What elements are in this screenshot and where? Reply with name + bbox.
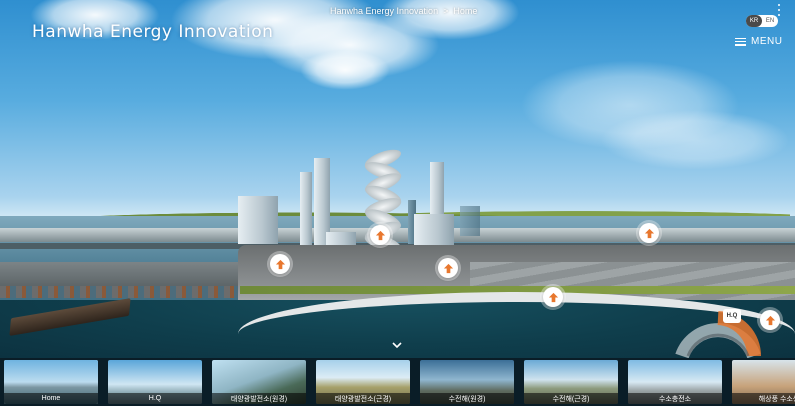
thumbnail-label: 수소충전소 xyxy=(628,393,722,404)
chevron-down-icon[interactable] xyxy=(391,340,403,350)
cloud xyxy=(300,50,390,90)
breadcrumb-root[interactable]: Hanwha Energy Innovation xyxy=(330,6,438,16)
building xyxy=(300,172,312,246)
breadcrumb-current: Home xyxy=(453,6,478,16)
arrow-up-icon xyxy=(275,259,285,269)
thumbnail-label: 해상풍 수소생 xyxy=(732,393,795,404)
thumbnail-label: 수전해(원경) xyxy=(420,393,514,404)
gauge-label: H.Q xyxy=(723,309,741,323)
thumbnail-solar-far[interactable]: 태양광발전소(원경) xyxy=(212,360,306,404)
arrow-up-icon xyxy=(765,315,775,325)
thumbnail-label: H.Q xyxy=(108,393,202,404)
breadcrumb-separator: > xyxy=(443,6,449,16)
language-en[interactable]: EN xyxy=(762,18,778,24)
cloud xyxy=(600,110,790,170)
thumbnail-solar-near[interactable]: 태양광발전소(근경) xyxy=(316,360,410,404)
arrow-up-icon xyxy=(644,228,654,238)
kebab-icon[interactable] xyxy=(777,4,781,16)
menu-label: MENU xyxy=(751,36,783,47)
brand-logo[interactable]: Hanwha Energy Innovation xyxy=(32,22,273,42)
thumbnail-offshore-hydrogen[interactable]: 해상풍 수소생 xyxy=(732,360,795,404)
hotspot-arrow-3[interactable] xyxy=(438,258,458,278)
container-yard xyxy=(0,286,240,298)
menu-button[interactable]: MENU xyxy=(735,36,782,47)
building xyxy=(238,196,278,244)
thumbnail-hq[interactable]: H.Q xyxy=(108,360,202,404)
hamburger-icon xyxy=(735,37,746,46)
arrow-up-icon xyxy=(443,263,453,273)
thumbnail-label: 수전해(근경) xyxy=(524,393,618,404)
panorama-scene[interactable]: H.Q Hanwha Energy Innovation Hanwha Ener… xyxy=(0,0,795,358)
thumbnail-hydrogen-station[interactable]: 수소충전소 xyxy=(628,360,722,404)
scene-thumbnail-strip: Home H.Q 태양광발전소(원경) 태양광발전소(근경) 수전해(원경) 수… xyxy=(0,358,795,406)
arrow-up-icon xyxy=(548,292,558,302)
hotspot-arrow-5[interactable] xyxy=(543,287,563,307)
hotspot-arrow-4[interactable] xyxy=(639,223,659,243)
language-toggle[interactable]: KR EN xyxy=(746,15,778,27)
thumbnail-home[interactable]: Home xyxy=(4,360,98,404)
view-gauge[interactable] xyxy=(672,302,764,358)
breadcrumb: Hanwha Energy Innovation > Home xyxy=(330,6,477,16)
language-kr[interactable]: KR xyxy=(746,15,762,27)
thumbnail-electrolysis-near[interactable]: 수전해(근경) xyxy=(524,360,618,404)
thumbnail-label: 태양광발전소(원경) xyxy=(212,393,306,404)
building xyxy=(460,206,480,236)
hotspot-arrow-2[interactable] xyxy=(370,225,390,245)
hotspot-arrow-1[interactable] xyxy=(270,254,290,274)
thumbnail-label: Home xyxy=(4,393,98,404)
arrow-up-icon xyxy=(375,230,385,240)
thumbnail-electrolysis-far[interactable]: 수전해(원경) xyxy=(420,360,514,404)
thumbnail-label: 태양광발전소(근경) xyxy=(316,393,410,404)
